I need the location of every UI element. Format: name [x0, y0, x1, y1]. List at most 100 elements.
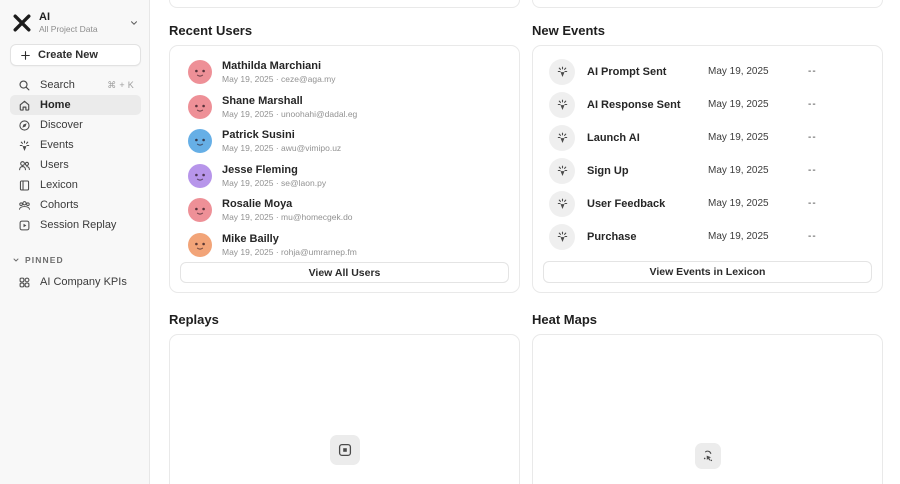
- plus-icon: [21, 50, 30, 60]
- new-events-card: AI Prompt Sent May 19, 2025 -- AI Respon…: [532, 45, 883, 293]
- user-list-item[interactable]: Patrick Susini May 19, 2025 · awu@vimipo…: [180, 124, 509, 159]
- heat-maps-card: [532, 334, 883, 484]
- replays-title: Replays: [169, 312, 219, 327]
- sidebar-item-label: Lexicon: [40, 179, 78, 191]
- workspace-subtitle: All Project Data: [39, 24, 98, 34]
- user-list-item[interactable]: Jesse Fleming May 19, 2025 · se@laon.py: [180, 159, 509, 194]
- main-content: Recent Users New Events Mathilda Marchia…: [150, 0, 900, 484]
- workspace-switcher[interactable]: AI All Project Data: [10, 9, 141, 34]
- create-new-label: Create New: [38, 49, 98, 61]
- sidebar-item-users[interactable]: Users: [10, 155, 141, 175]
- heat-maps-title: Heat Maps: [532, 312, 598, 327]
- user-avatar: [188, 60, 212, 85]
- sidebar-item-lexicon[interactable]: Lexicon: [10, 175, 141, 195]
- search-icon: [17, 78, 31, 92]
- event-list-item[interactable]: Sign Up May 19, 2025 --: [543, 154, 872, 187]
- lexicon-icon: [17, 178, 31, 192]
- user-name: Mike Bailly: [222, 232, 279, 245]
- session-replay-icon: [329, 435, 360, 465]
- chevron-down-icon: [131, 20, 137, 25]
- event-name: AI Response Sent: [587, 98, 681, 111]
- pinned-label: PINNED: [25, 255, 64, 265]
- event-name: AI Prompt Sent: [587, 65, 667, 78]
- user-list-item[interactable]: Shane Marshall May 19, 2025 · unoohahi@d…: [180, 90, 509, 125]
- mixpanel-logo-icon: [13, 14, 31, 31]
- new-events-title: New Events: [532, 23, 605, 38]
- event-date: May 19, 2025: [708, 231, 769, 242]
- user-date-email: May 19, 2025 · mu@homecgek.do: [222, 212, 353, 223]
- event-name: User Feedback: [587, 197, 666, 210]
- users-icon: [17, 158, 31, 172]
- sidebar-item-label: Session Replay: [40, 219, 117, 231]
- user-list-item[interactable]: Mathilda Marchiani May 19, 2025 · ceze@a…: [180, 55, 509, 90]
- event-value: --: [808, 99, 817, 110]
- event-list-item[interactable]: Launch AI May 19, 2025 --: [543, 121, 872, 154]
- search-label: Search: [40, 79, 75, 91]
- cut-off-cards-row: [169, 0, 900, 8]
- sidebar-item-ai-company-kpis[interactable]: AI Company KPIs: [10, 272, 141, 292]
- event-flash-icon: [549, 157, 575, 184]
- sidebar-item-label: Home: [40, 99, 71, 111]
- view-all-users-button[interactable]: View All Users: [180, 262, 509, 283]
- event-flash-icon: [549, 91, 575, 118]
- event-value: --: [808, 132, 817, 143]
- event-value: --: [808, 198, 817, 209]
- user-date-email: May 19, 2025 · awu@vimipo.uz: [222, 143, 342, 154]
- sidebar-item-discover[interactable]: Discover: [10, 115, 141, 135]
- sidebar-item-label: Discover: [40, 119, 83, 131]
- home-icon: [17, 98, 31, 112]
- pinned-section-toggle[interactable]: PINNED: [10, 255, 141, 265]
- cursor-click-icon: [694, 443, 721, 469]
- sidebar-item-label: AI Company KPIs: [40, 276, 127, 288]
- discover-icon: [17, 118, 31, 132]
- sidebar-item-session-replay[interactable]: Session Replay: [10, 215, 141, 235]
- event-date: May 19, 2025: [708, 66, 769, 77]
- cohorts-icon: [17, 198, 31, 212]
- event-list-item[interactable]: AI Prompt Sent May 19, 2025 --: [543, 55, 872, 88]
- sidebar-item-search[interactable]: Search ⌘ + K: [10, 75, 141, 95]
- user-list-item[interactable]: Mike Bailly May 19, 2025 · rohja@umrarne…: [180, 228, 509, 263]
- view-events-in-lexicon-button[interactable]: View Events in Lexicon: [543, 261, 872, 283]
- create-new-button[interactable]: Create New: [10, 44, 141, 66]
- user-name: Patrick Susini: [222, 129, 295, 142]
- event-name: Purchase: [587, 230, 637, 243]
- event-date: May 19, 2025: [708, 99, 769, 110]
- event-flash-icon: [549, 124, 575, 151]
- sidebar-item-events[interactable]: Events: [10, 135, 141, 155]
- event-list-item[interactable]: User Feedback May 19, 2025 --: [543, 187, 872, 220]
- user-name: Shane Marshall: [222, 94, 303, 107]
- user-name: Mathilda Marchiani: [222, 60, 322, 73]
- user-date-email: May 19, 2025 · se@laon.py: [222, 177, 327, 188]
- user-list-item[interactable]: Rosalie Moya May 19, 2025 · mu@homecgek.…: [180, 193, 509, 228]
- search-shortcut: ⌘ + K: [107, 79, 134, 90]
- board-grid-icon: [17, 275, 31, 289]
- app-window: AI All Project Data Create New Search ⌘ …: [0, 0, 900, 484]
- event-date: May 19, 2025: [708, 132, 769, 143]
- sidebar-item-home[interactable]: Home: [10, 95, 141, 115]
- user-date-email: May 19, 2025 · unoohahi@dadal.eg: [222, 108, 358, 119]
- card-bottom-edge: [532, 0, 883, 8]
- card-bottom-edge: [169, 0, 520, 8]
- event-list-item[interactable]: AI Response Sent May 19, 2025 --: [543, 88, 872, 121]
- event-date: May 19, 2025: [708, 198, 769, 209]
- event-list-item[interactable]: Purchase May 19, 2025 --: [543, 220, 872, 253]
- events-icon: [17, 138, 31, 152]
- event-value: --: [808, 165, 817, 176]
- chevron-down-icon: [13, 258, 19, 262]
- workspace-name: AI: [39, 11, 50, 23]
- user-avatar: [188, 129, 212, 154]
- user-date-email: May 19, 2025 · ceze@aga.my: [222, 74, 336, 85]
- event-flash-icon: [549, 190, 575, 217]
- user-avatar: [188, 163, 212, 188]
- user-avatar: [188, 94, 212, 119]
- user-name: Jesse Fleming: [222, 163, 298, 176]
- event-flash-icon: [549, 223, 575, 250]
- sidebar-item-label: Cohorts: [40, 199, 79, 211]
- sidebar: AI All Project Data Create New Search ⌘ …: [0, 0, 150, 484]
- replays-card: [169, 334, 520, 484]
- sidebar-item-cohorts[interactable]: Cohorts: [10, 195, 141, 215]
- user-date-email: May 19, 2025 · rohja@umrarnep.fm: [222, 246, 357, 257]
- recent-users-title: Recent Users: [169, 23, 253, 38]
- user-avatar: [188, 232, 212, 257]
- session-replay-icon: [17, 218, 31, 232]
